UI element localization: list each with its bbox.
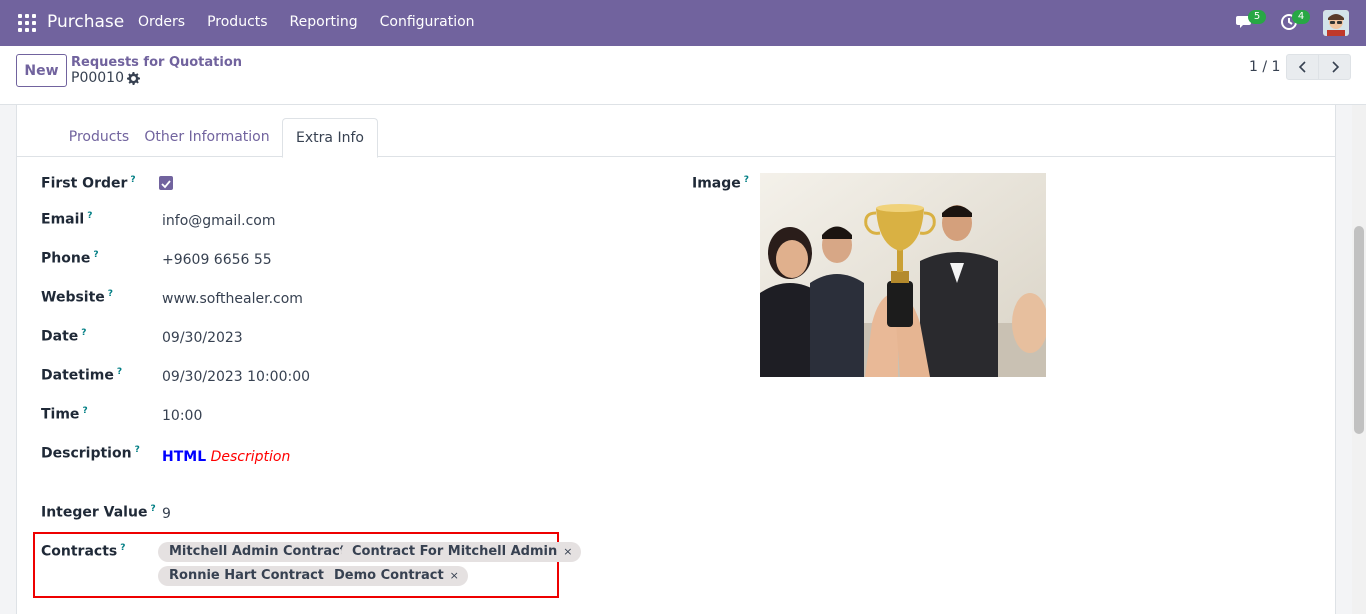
help-icon[interactable]: ?: [93, 250, 98, 260]
phone-label: Phone?: [41, 250, 99, 267]
activities-badge: 4: [1292, 10, 1310, 24]
contract-tag: Ronnie Hart Contract×: [158, 566, 349, 586]
new-button[interactable]: New: [16, 54, 67, 87]
control-panel: New Requests for Quotation P00010 1 / 1: [0, 46, 1366, 105]
first-order-checkbox[interactable]: [159, 176, 173, 190]
help-icon[interactable]: ?: [135, 445, 140, 455]
menu-orders[interactable]: Orders: [138, 14, 185, 30]
chevron-right-icon: [1331, 61, 1339, 73]
date-label: Date?: [41, 328, 87, 345]
description-italic-text: Description: [210, 449, 291, 465]
form-sheet: Products Other Information Extra Info Fi…: [16, 105, 1336, 614]
notebook-tabs: Products Other Information Extra Info: [17, 118, 1335, 158]
help-icon[interactable]: ?: [150, 504, 155, 514]
help-icon[interactable]: ?: [87, 211, 92, 221]
contract-tag: Demo Contract ×: [323, 566, 468, 586]
trophy-photo[interactable]: [760, 173, 1046, 377]
image-label: Image?: [692, 175, 749, 192]
menu-products[interactable]: Products: [207, 14, 267, 30]
help-icon[interactable]: ?: [81, 328, 86, 338]
time-field[interactable]: 10:00: [162, 408, 202, 424]
pager-value[interactable]: 1 / 1: [1249, 59, 1280, 75]
messages-button[interactable]: 5: [1236, 10, 1266, 33]
contract-tag: Mitchell Admin Contract×: [158, 542, 371, 562]
help-icon[interactable]: ?: [108, 289, 113, 299]
contracts-label: Contracts?: [41, 543, 126, 560]
remove-tag-icon[interactable]: ×: [450, 569, 459, 582]
app-name[interactable]: Purchase: [47, 12, 124, 32]
breadcrumb-requests[interactable]: Requests for Quotation: [71, 55, 242, 70]
menu-configuration[interactable]: Configuration: [380, 14, 475, 30]
phone-field[interactable]: +9609 6656 55: [162, 252, 272, 268]
gear-icon[interactable]: [127, 72, 140, 85]
description-label: Description?: [41, 445, 140, 462]
email-field[interactable]: info@gmail.com: [162, 213, 276, 229]
date-field[interactable]: 09/30/2023: [162, 330, 243, 346]
help-icon[interactable]: ?: [744, 175, 749, 185]
website-field[interactable]: www.softhealer.com: [162, 291, 303, 307]
integer-value-field[interactable]: 9: [162, 506, 171, 522]
help-icon[interactable]: ?: [120, 543, 125, 553]
time-label: Time?: [41, 406, 88, 423]
menu-reporting[interactable]: Reporting: [290, 14, 358, 30]
messages-badge: 5: [1248, 10, 1266, 24]
datetime-label: Datetime?: [41, 367, 123, 384]
pager-previous-button[interactable]: [1286, 54, 1319, 80]
record-name: P00010: [71, 70, 124, 86]
tab-extra-info[interactable]: Extra Info: [282, 118, 378, 158]
check-icon: [161, 180, 171, 189]
website-label: Website?: [41, 289, 114, 306]
description-field[interactable]: HTML Description: [162, 449, 290, 465]
first-order-label: First Order?: [41, 175, 136, 192]
integer-value-label: Integer Value?: [41, 504, 156, 521]
pager-next-button[interactable]: [1318, 54, 1351, 80]
chevron-left-icon: [1298, 61, 1306, 73]
form-content: Products Other Information Extra Info Fi…: [0, 105, 1352, 614]
main-menu: Orders Products Reporting Configuration: [138, 14, 497, 30]
apps-menu-icon[interactable]: [18, 14, 36, 32]
remove-tag-icon[interactable]: ×: [563, 545, 572, 558]
tab-other-information[interactable]: Other Information: [139, 118, 275, 156]
activities-button[interactable]: 4: [1280, 10, 1310, 33]
help-icon[interactable]: ?: [117, 367, 122, 377]
contract-tag: Contract For Mitchell Admin ×: [341, 542, 582, 562]
email-label: Email?: [41, 211, 93, 228]
help-icon[interactable]: ?: [82, 406, 87, 416]
user-avatar[interactable]: [1323, 10, 1349, 36]
scrollbar-thumb[interactable]: [1354, 226, 1364, 434]
help-icon[interactable]: ?: [130, 175, 135, 185]
description-bold-text: HTML: [162, 449, 207, 465]
top-navbar: Purchase Orders Products Reporting Confi…: [0, 0, 1366, 46]
datetime-field[interactable]: 09/30/2023 10:00:00: [162, 369, 310, 385]
